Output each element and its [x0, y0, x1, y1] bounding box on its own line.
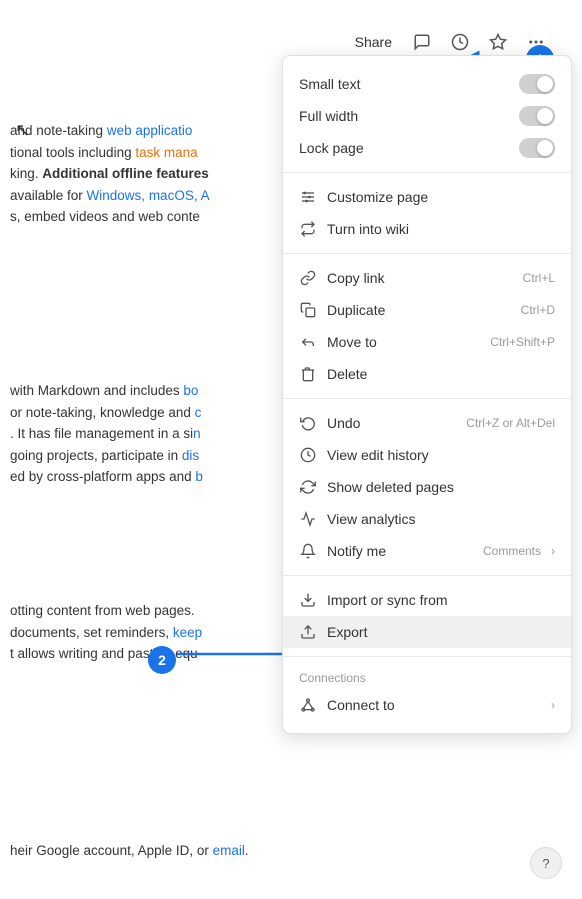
copy-link-icon [299, 269, 317, 287]
deleted-pages-icon [299, 478, 317, 496]
undo-item[interactable]: Undo Ctrl+Z or Alt+Del [283, 407, 571, 439]
show-deleted-pages-item[interactable]: Show deleted pages [283, 471, 571, 503]
view-edit-history-label: View edit history [327, 447, 555, 463]
connect-to-item[interactable]: Connect to › [283, 689, 571, 721]
move-to-icon [299, 333, 317, 351]
lock-page-toggle[interactable] [519, 138, 555, 158]
small-text-toggle[interactable] [519, 74, 555, 94]
notify-me-shortcut: Comments [483, 544, 541, 558]
import-export-section: Import or sync from Export [283, 580, 571, 652]
undo-shortcut: Ctrl+Z or Alt+Del [466, 416, 555, 430]
copy-link-item[interactable]: Copy link Ctrl+L [283, 262, 571, 294]
customize-page-item[interactable]: Customize page [283, 181, 571, 213]
view-edit-history-item[interactable]: View edit history [283, 439, 571, 471]
divider-2 [283, 253, 571, 254]
move-to-item[interactable]: Move to Ctrl+Shift+P [283, 326, 571, 358]
connections-header: Connections [283, 665, 571, 689]
undo-label: Undo [327, 415, 456, 431]
full-width-toggle[interactable] [519, 106, 555, 126]
wiki-icon [299, 220, 317, 238]
divider-3 [283, 398, 571, 399]
duplicate-item[interactable]: Duplicate Ctrl+D [283, 294, 571, 326]
body-text-4: heir Google account, Apple ID, or email. [10, 840, 280, 862]
move-to-label: Move to [327, 334, 480, 350]
full-width-label: Full width [299, 108, 358, 124]
export-label: Export [327, 624, 555, 640]
customize-icon [299, 188, 317, 206]
actions-section: Copy link Ctrl+L Duplicate Ctrl+D Move t… [283, 258, 571, 394]
import-sync-label: Import or sync from [327, 592, 555, 608]
divider-1 [283, 172, 571, 173]
export-item[interactable]: Export [283, 616, 571, 648]
dropdown-menu: Small text Full width Lock page Customiz… [282, 55, 572, 734]
share-button[interactable]: Share [349, 30, 398, 54]
customize-section: Customize page Turn into wiki [283, 177, 571, 249]
lock-page-label: Lock page [299, 140, 364, 156]
annotation-2: 2 [148, 646, 176, 674]
toggles-section: Small text Full width Lock page [283, 64, 571, 168]
view-analytics-label: View analytics [327, 511, 555, 527]
move-to-shortcut: Ctrl+Shift+P [490, 335, 555, 349]
notify-chevron-icon: › [551, 544, 555, 558]
divider-5 [283, 656, 571, 657]
copy-link-shortcut: Ctrl+L [523, 271, 555, 285]
connect-icon [299, 696, 317, 714]
duplicate-shortcut: Ctrl+D [521, 303, 555, 317]
connect-to-label: Connect to [327, 697, 541, 713]
import-icon [299, 591, 317, 609]
delete-item[interactable]: Delete [283, 358, 571, 390]
notify-me-label: Notify me [327, 543, 473, 559]
body-text-1: and note-taking web applicatio tional to… [10, 120, 280, 228]
turn-into-wiki-item[interactable]: Turn into wiki [283, 213, 571, 245]
undo-icon [299, 414, 317, 432]
copy-link-label: Copy link [327, 270, 513, 286]
turn-into-wiki-label: Turn into wiki [327, 221, 555, 237]
lock-page-row: Lock page [283, 132, 571, 164]
notify-icon [299, 542, 317, 560]
help-button[interactable]: ? [530, 847, 562, 879]
notify-me-item[interactable]: Notify me Comments › [283, 535, 571, 567]
small-text-label: Small text [299, 76, 360, 92]
delete-label: Delete [327, 366, 555, 382]
comment-icon[interactable] [408, 28, 436, 56]
body-text-2: with Markdown and includes bo or note-ta… [10, 380, 280, 488]
history-section: Undo Ctrl+Z or Alt+Del View edit history… [283, 403, 571, 571]
divider-4 [283, 575, 571, 576]
analytics-icon [299, 510, 317, 528]
small-text-row: Small text [283, 68, 571, 100]
customize-page-label: Customize page [327, 189, 555, 205]
full-width-row: Full width [283, 100, 571, 132]
connect-chevron-icon: › [551, 698, 555, 712]
import-sync-item[interactable]: Import or sync from [283, 584, 571, 616]
connections-section: Connections Connect to › [283, 661, 571, 725]
edit-history-icon [299, 446, 317, 464]
delete-icon [299, 365, 317, 383]
export-icon [299, 623, 317, 641]
duplicate-icon [299, 301, 317, 319]
duplicate-label: Duplicate [327, 302, 511, 318]
show-deleted-pages-label: Show deleted pages [327, 479, 555, 495]
view-analytics-item[interactable]: View analytics [283, 503, 571, 535]
mouse-cursor: ↖ [15, 120, 30, 141]
